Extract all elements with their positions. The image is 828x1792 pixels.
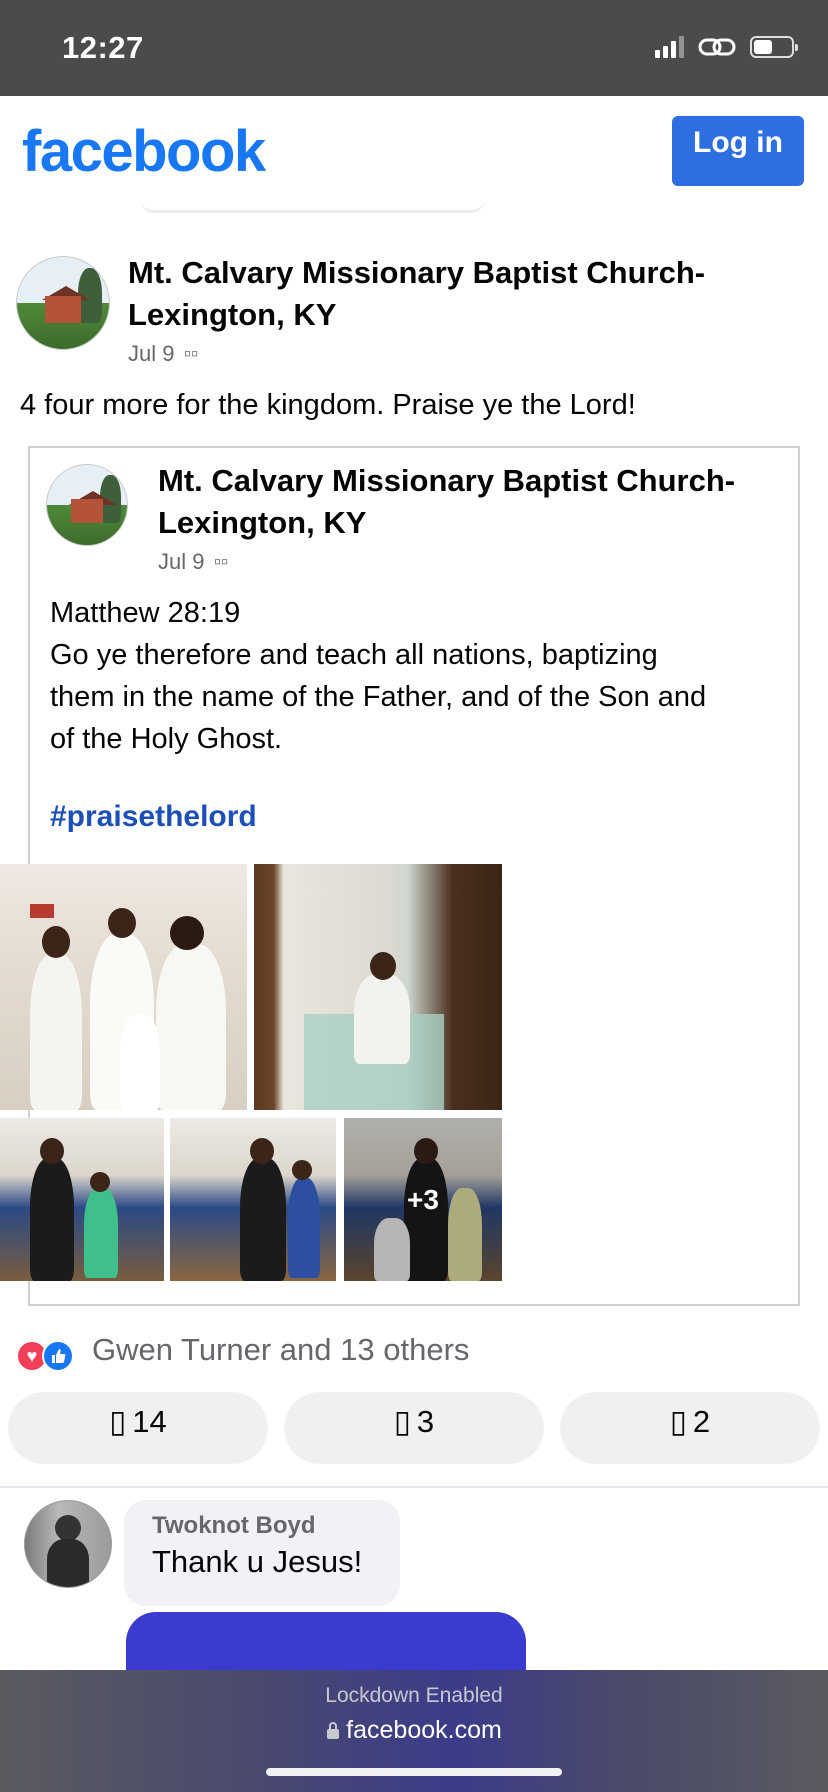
link-icon: [698, 38, 736, 56]
shared-page-name-line1: Mt. Calvary Missionary Baptist Church-: [158, 463, 736, 498]
previous-card-edge: [140, 196, 485, 213]
reactions-summary[interactable]: Gwen Turner and 13 others: [92, 1332, 469, 1368]
comment-bubble: Twoknot Boyd Thank u Jesus!: [124, 1500, 400, 1606]
divider: [0, 1486, 828, 1488]
comment-count-button[interactable]: ▯ 3: [284, 1392, 544, 1464]
home-indicator[interactable]: [266, 1768, 562, 1776]
photo-3[interactable]: [0, 1118, 164, 1281]
verse-line: them in the name of the Father, and of t…: [50, 681, 707, 713]
page-name-line1: Mt. Calvary Missionary Baptist Church-: [128, 255, 706, 290]
verse-reference: Matthew 28:19: [50, 597, 241, 629]
like-reaction-icon: [42, 1340, 74, 1372]
page-avatar[interactable]: [16, 256, 110, 350]
verse-line: Go ye therefore and teach all nations, b…: [50, 639, 658, 671]
comment-author[interactable]: Twoknot Boyd: [152, 1512, 316, 1540]
facebook-header: facebook Log in: [0, 96, 828, 208]
shared-page-name-line2: Lexington, KY: [158, 505, 367, 540]
comment-count: 3: [416, 1404, 435, 1439]
facebook-logo[interactable]: facebook: [22, 118, 266, 185]
status-bar: 12:27: [0, 0, 828, 96]
comment-text: Thank u Jesus!: [152, 1544, 363, 1579]
photo-1[interactable]: [0, 864, 247, 1110]
login-button[interactable]: Log in: [672, 116, 804, 186]
shared-page-avatar[interactable]: [46, 464, 128, 546]
share-count: 2: [692, 1404, 711, 1439]
photo-5-more[interactable]: +3: [344, 1118, 502, 1281]
share-count-button[interactable]: ▯ 2: [560, 1392, 820, 1464]
globe-icon: ▫▫: [184, 343, 199, 365]
lock-icon: [327, 1722, 340, 1739]
more-photos-count: +3: [407, 1183, 439, 1215]
verse-line: of the Holy Ghost.: [50, 723, 283, 755]
domain-label: facebook.com: [0, 1716, 828, 1745]
globe-icon: ▫▫: [214, 551, 229, 573]
domain-text: facebook.com: [346, 1716, 502, 1744]
shared-post-text: Matthew 28:19 Go ye therefore and teach …: [50, 592, 706, 760]
reaction-icons[interactable]: ♥: [16, 1340, 74, 1372]
page-name[interactable]: Mt. Calvary Missionary Baptist Church- L…: [128, 252, 705, 336]
photo-2[interactable]: [254, 864, 502, 1110]
commenter-avatar[interactable]: [24, 1500, 112, 1588]
like-icon: ▯: [109, 1404, 127, 1439]
comment-icon: ▯: [393, 1404, 411, 1439]
battery-icon: [750, 36, 798, 58]
signal-icon: [655, 36, 684, 58]
page-name-line2: Lexington, KY: [128, 297, 337, 332]
status-icons: [655, 36, 798, 58]
lockdown-status: Lockdown Enabled: [325, 1684, 503, 1707]
like-count-button[interactable]: ▯ 14: [8, 1392, 268, 1464]
status-time: 12:27: [62, 30, 144, 65]
like-count: 14: [132, 1404, 167, 1439]
post-date[interactable]: Jul 9: [128, 341, 174, 367]
hashtag-link[interactable]: #praisethelord: [50, 800, 257, 834]
share-icon: ▯: [669, 1404, 687, 1439]
post-text: 4 four more for the kingdom. Praise ye t…: [20, 389, 636, 421]
shared-page-name[interactable]: Mt. Calvary Missionary Baptist Church- L…: [158, 460, 735, 544]
shared-post-date[interactable]: Jul 9: [158, 549, 204, 575]
photo-4[interactable]: [170, 1118, 336, 1281]
